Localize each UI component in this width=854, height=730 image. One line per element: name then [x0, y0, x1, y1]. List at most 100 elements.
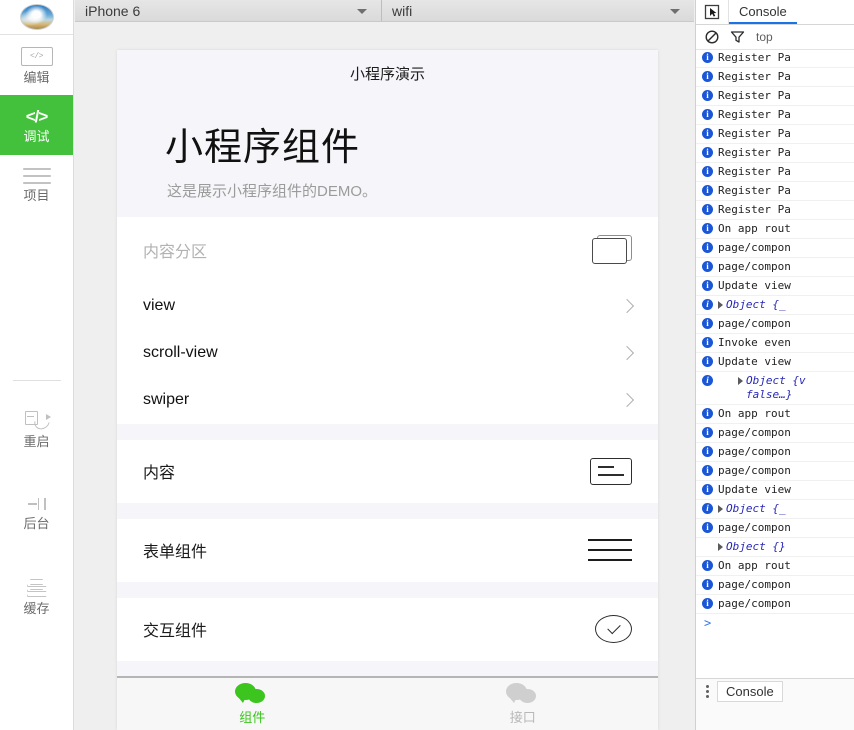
console-log-row[interactable]: i page/compon	[696, 519, 854, 538]
console-log-text: On app rout	[718, 559, 791, 572]
console-log-row[interactable]: i page/compon	[696, 258, 854, 277]
sidebar-item-cache[interactable]: 缓存	[0, 567, 73, 627]
list-item-label: swiper	[143, 391, 190, 409]
devtools-tabbar: Console	[696, 0, 854, 25]
console-context-selector[interactable]: top	[756, 30, 773, 44]
expand-triangle-icon[interactable]	[718, 543, 723, 551]
sidebar-item-edit[interactable]: </> 编辑	[0, 35, 73, 95]
console-log-row[interactable]: i On app rout	[696, 405, 854, 424]
wechat-icon	[235, 682, 269, 703]
inspect-cursor-icon[interactable]	[696, 0, 729, 24]
console-input-prompt[interactable]: >	[696, 614, 854, 632]
code-box-icon: </>	[20, 46, 53, 66]
console-log-text-cont: false…}	[746, 388, 793, 401]
tab-label: 接口	[509, 709, 536, 725]
list-item[interactable]: view	[117, 283, 658, 330]
info-icon: i	[702, 52, 713, 63]
console-log-text: On app rout	[718, 407, 791, 420]
content-box-icon	[590, 457, 632, 485]
info-icon: i	[702, 318, 713, 329]
section-title: 内容分区	[143, 243, 208, 261]
console-log-row[interactable]: i page/compon	[696, 443, 854, 462]
console-log-row[interactable]: i Register Pa	[696, 125, 854, 144]
console-log-row[interactable]: Object {}	[696, 538, 854, 557]
network-select[interactable]: wifi	[382, 0, 694, 21]
console-log-text: Register Pa	[718, 146, 791, 159]
info-icon: i	[702, 337, 713, 348]
console-log-row[interactable]: i page/compon	[696, 315, 854, 334]
drawer-tabbar: Console	[696, 679, 854, 704]
console-log-row[interactable]: i Register Pa	[696, 201, 854, 220]
avatar[interactable]	[19, 4, 54, 30]
console-log-row[interactable]: i Update view	[696, 481, 854, 500]
console-log-row[interactable]: i Update view	[696, 353, 854, 372]
console-log-text: Update view	[718, 355, 791, 368]
console-log-row[interactable]: i Register Pa	[696, 68, 854, 87]
list-item[interactable]: swiper	[117, 377, 658, 424]
tab-api[interactable]: 接口	[388, 678, 659, 730]
devtools-panel: Console top i Register Pa i Register Pa i Reg…	[695, 0, 854, 730]
console-log-text: Register Pa	[718, 89, 791, 102]
console-log-row[interactable]: i Object {_	[696, 296, 854, 315]
console-log-row[interactable]: i Object {v false…}	[696, 372, 854, 405]
sidebar-item-debug[interactable]: </> 调试	[0, 95, 73, 155]
tab-label: 组件	[239, 709, 266, 725]
info-icon: i	[702, 166, 713, 177]
expand-triangle-icon[interactable]	[718, 301, 723, 309]
console-log-row[interactable]: i page/compon	[696, 424, 854, 443]
console-log-row[interactable]: i Object {_	[696, 500, 854, 519]
console-log-text: Register Pa	[718, 203, 791, 216]
simulator-toolbar: iPhone 6 wifi	[75, 0, 694, 22]
console-log-text: Update view	[718, 483, 791, 496]
console-log-row[interactable]: i Register Pa	[696, 182, 854, 201]
console-log-row[interactable]: i page/compon	[696, 576, 854, 595]
sidebar-item-project[interactable]: 项目	[0, 155, 73, 215]
console-log-text: page/compon	[718, 317, 791, 330]
console-log-row[interactable]: i Register Pa	[696, 49, 854, 68]
console-log-row[interactable]: i page/compon	[696, 239, 854, 258]
console-log-row[interactable]: i Register Pa	[696, 87, 854, 106]
expand-triangle-icon[interactable]	[718, 505, 723, 513]
console-log-text: page/compon	[718, 241, 791, 254]
drawer-tab-console[interactable]: Console	[717, 681, 783, 702]
console-log-text: page/compon	[718, 445, 791, 458]
section-card-content[interactable]: 内容	[117, 439, 658, 503]
sidebar-item-background[interactable]: 后台	[0, 483, 73, 543]
avatar-container	[0, 0, 73, 35]
info-icon: i	[702, 560, 713, 571]
console-log-row[interactable]: i On app rout	[696, 220, 854, 239]
section-header: 表单组件	[117, 519, 658, 582]
info-icon: i	[702, 71, 713, 82]
console-log-text: Object {_	[718, 502, 786, 516]
tab-console[interactable]: Console	[729, 0, 797, 24]
console-log-list[interactable]: i Register Pa i Register Pa i Register Pa i Reg…	[696, 49, 854, 678]
sidebar-item-restart[interactable]: 重启	[0, 399, 73, 459]
info-icon: i	[702, 427, 713, 438]
console-log-row[interactable]: i Update view	[696, 277, 854, 296]
layers-icon	[24, 579, 50, 597]
hero-subtitle: 这是展示小程序组件的DEMO。	[167, 182, 378, 200]
console-log-row[interactable]: i Register Pa	[696, 106, 854, 125]
console-log-row[interactable]: i On app rout	[696, 557, 854, 576]
console-log-row[interactable]: i page/compon	[696, 462, 854, 481]
more-options-icon[interactable]	[706, 685, 709, 698]
info-icon: i	[702, 503, 713, 514]
info-icon: i	[702, 90, 713, 101]
section-card-interaction[interactable]: 交互组件	[117, 597, 658, 661]
clear-console-icon[interactable]	[705, 30, 719, 44]
console-log-row[interactable]: i Invoke even	[696, 334, 854, 353]
section-card-content-partition: 内容分区 view scroll-view swiper	[117, 216, 658, 424]
tab-components[interactable]: 组件	[117, 678, 388, 730]
hero-section: 小程序组件 这是展示小程序组件的DEMO。	[117, 96, 658, 201]
console-log-text: page/compon	[718, 521, 791, 534]
menu-lines-icon	[588, 539, 632, 562]
console-log-row[interactable]: i Register Pa	[696, 163, 854, 182]
section-card-form[interactable]: 表单组件	[117, 518, 658, 582]
device-select[interactable]: iPhone 6	[75, 0, 382, 21]
expand-triangle-icon[interactable]	[738, 377, 743, 385]
console-log-row[interactable]: i page/compon	[696, 595, 854, 614]
list-item[interactable]: scroll-view	[117, 330, 658, 377]
info-icon: i	[702, 356, 713, 367]
filter-icon[interactable]	[730, 30, 745, 44]
console-log-row[interactable]: i Register Pa	[696, 144, 854, 163]
